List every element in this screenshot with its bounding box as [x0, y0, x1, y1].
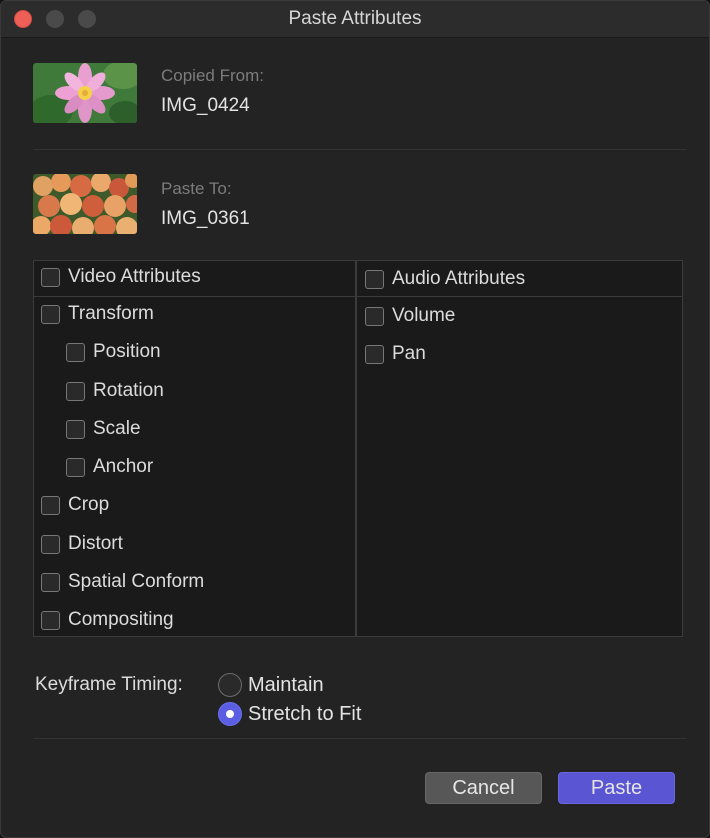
checkbox-icon[interactable] — [41, 267, 60, 287]
checkbox-label: Rotation — [93, 380, 164, 401]
checkbox-label: Scale — [93, 418, 141, 439]
checkbox-rotation[interactable]: Rotation — [66, 380, 164, 402]
checkbox-icon[interactable] — [41, 610, 60, 630]
attributes-list: Video Attributes Transform Position Rota… — [33, 260, 683, 637]
checkbox-position[interactable]: Position — [66, 341, 161, 363]
checkbox-icon[interactable] — [41, 534, 60, 554]
checkbox-icon[interactable] — [365, 306, 384, 326]
checkbox-label: Transform — [68, 303, 154, 324]
target-clip-name: IMG_0361 — [161, 208, 250, 229]
checkbox-scale[interactable]: Scale — [66, 418, 141, 440]
checkbox-icon[interactable] — [66, 342, 85, 362]
radio-label: Maintain — [248, 673, 324, 696]
checkbox-compositing[interactable]: Compositing — [41, 609, 174, 631]
video-attributes-checkbox[interactable]: Video Attributes — [41, 266, 201, 288]
radio-maintain[interactable]: Maintain — [218, 673, 324, 697]
radio-stretch-to-fit[interactable]: Stretch to Fit — [218, 702, 361, 726]
checkbox-icon[interactable] — [41, 495, 60, 515]
flower-thumbnail-icon — [33, 63, 137, 123]
column-divider — [355, 261, 357, 636]
paste-to-label: Paste To: — [161, 179, 232, 198]
audio-header-divider — [357, 296, 682, 297]
checkbox-transform[interactable]: Transform — [41, 303, 154, 325]
divider — [33, 149, 687, 150]
checkbox-label: Pan — [392, 343, 426, 364]
checkbox-label: Crop — [68, 494, 110, 515]
checkbox-icon[interactable] — [66, 381, 85, 401]
checkbox-label: Volume — [392, 305, 456, 326]
checkbox-label: Position — [93, 341, 161, 362]
checkbox-icon[interactable] — [66, 457, 85, 477]
checkbox-label: Anchor — [93, 456, 154, 477]
checkbox-label: Distort — [68, 533, 123, 554]
checkbox-pan[interactable]: Pan — [365, 343, 426, 365]
checkbox-distort[interactable]: Distort — [41, 533, 123, 555]
copied-from-label: Copied From: — [161, 66, 264, 85]
checkbox-icon[interactable] — [41, 304, 60, 324]
checkbox-volume[interactable]: Volume — [365, 305, 455, 327]
divider — [33, 738, 687, 739]
radio-label: Stretch to Fit — [248, 702, 362, 725]
source-clip-thumbnail — [33, 63, 137, 123]
paste-attributes-dialog: Paste Attributes Copied From: IMG_0424 P… — [0, 0, 710, 838]
peaches-thumbnail-icon — [33, 174, 137, 234]
radio-button-selected-icon[interactable] — [218, 702, 242, 726]
checkbox-spatial-conform[interactable]: Spatial Conform — [41, 571, 204, 593]
video-header-divider — [34, 296, 355, 297]
checkbox-label: Compositing — [68, 609, 174, 630]
checkbox-icon[interactable] — [365, 344, 384, 364]
target-clip-thumbnail — [33, 174, 137, 234]
paste-button[interactable]: Paste — [558, 772, 675, 804]
checkbox-icon[interactable] — [66, 419, 85, 439]
source-clip-name: IMG_0424 — [161, 95, 250, 116]
video-attributes-label: Video Attributes — [68, 266, 201, 287]
radio-button-icon[interactable] — [218, 673, 242, 697]
checkbox-anchor[interactable]: Anchor — [66, 456, 153, 478]
title-bar: Paste Attributes — [1, 1, 709, 38]
checkbox-icon[interactable] — [365, 269, 384, 289]
audio-attributes-label: Audio Attributes — [392, 268, 526, 289]
cancel-button[interactable]: Cancel — [425, 772, 542, 804]
checkbox-label: Spatial Conform — [68, 571, 205, 592]
checkbox-icon[interactable] — [41, 572, 60, 592]
window-title: Paste Attributes — [288, 8, 422, 29]
keyframe-timing-label: Keyframe Timing: — [35, 674, 183, 695]
checkbox-crop[interactable]: Crop — [41, 494, 109, 516]
audio-attributes-checkbox[interactable]: Audio Attributes — [365, 268, 525, 290]
